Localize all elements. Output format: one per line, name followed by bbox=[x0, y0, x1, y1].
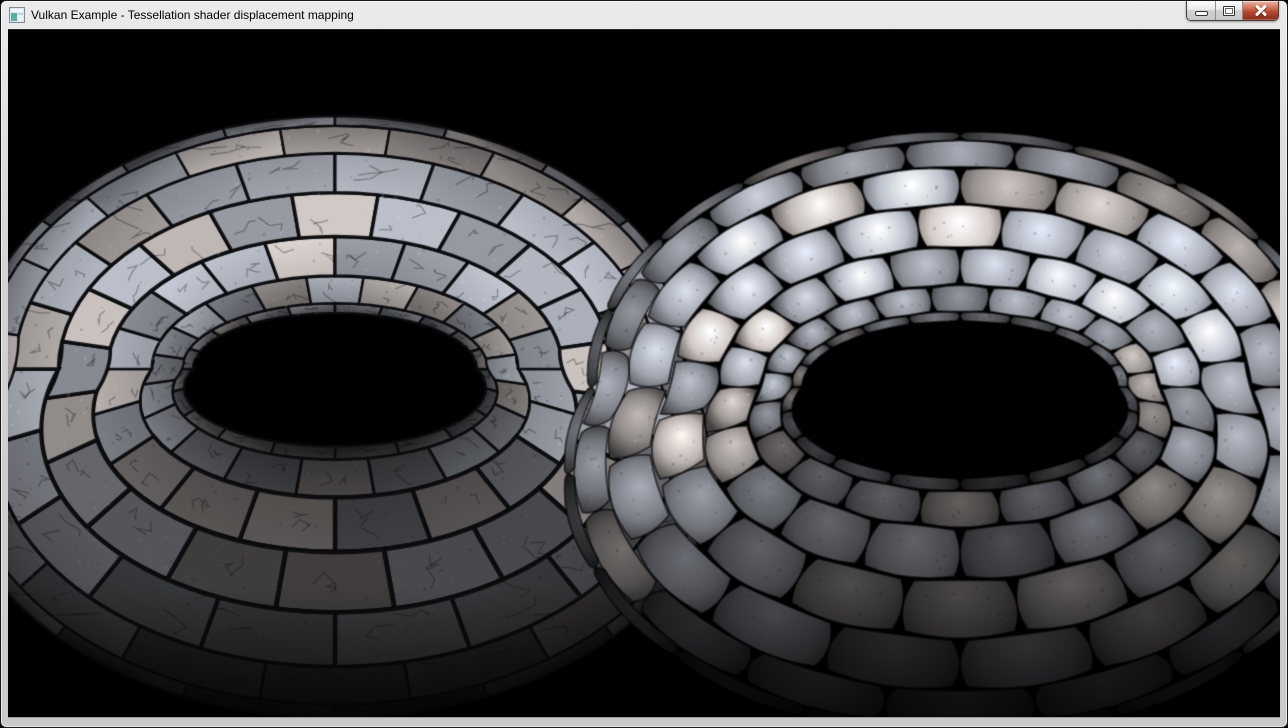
app-window: Vulkan Example - Tessellation shader dis… bbox=[0, 0, 1288, 728]
minimize-button[interactable] bbox=[1187, 1, 1216, 20]
maximize-icon bbox=[1223, 6, 1235, 16]
close-icon bbox=[1254, 4, 1268, 17]
close-button[interactable] bbox=[1243, 1, 1278, 20]
window-bottom-frame bbox=[1, 718, 1287, 727]
window-controls bbox=[1186, 1, 1279, 21]
vulkan-render-viewport[interactable] bbox=[8, 30, 1280, 717]
window-title: Vulkan Example - Tessellation shader dis… bbox=[31, 8, 354, 23]
render-viewport-frame bbox=[8, 29, 1280, 718]
minimize-icon bbox=[1195, 11, 1208, 16]
maximize-button[interactable] bbox=[1216, 1, 1243, 20]
application-icon bbox=[9, 7, 25, 23]
titlebar[interactable]: Vulkan Example - Tessellation shader dis… bbox=[1, 1, 1287, 29]
